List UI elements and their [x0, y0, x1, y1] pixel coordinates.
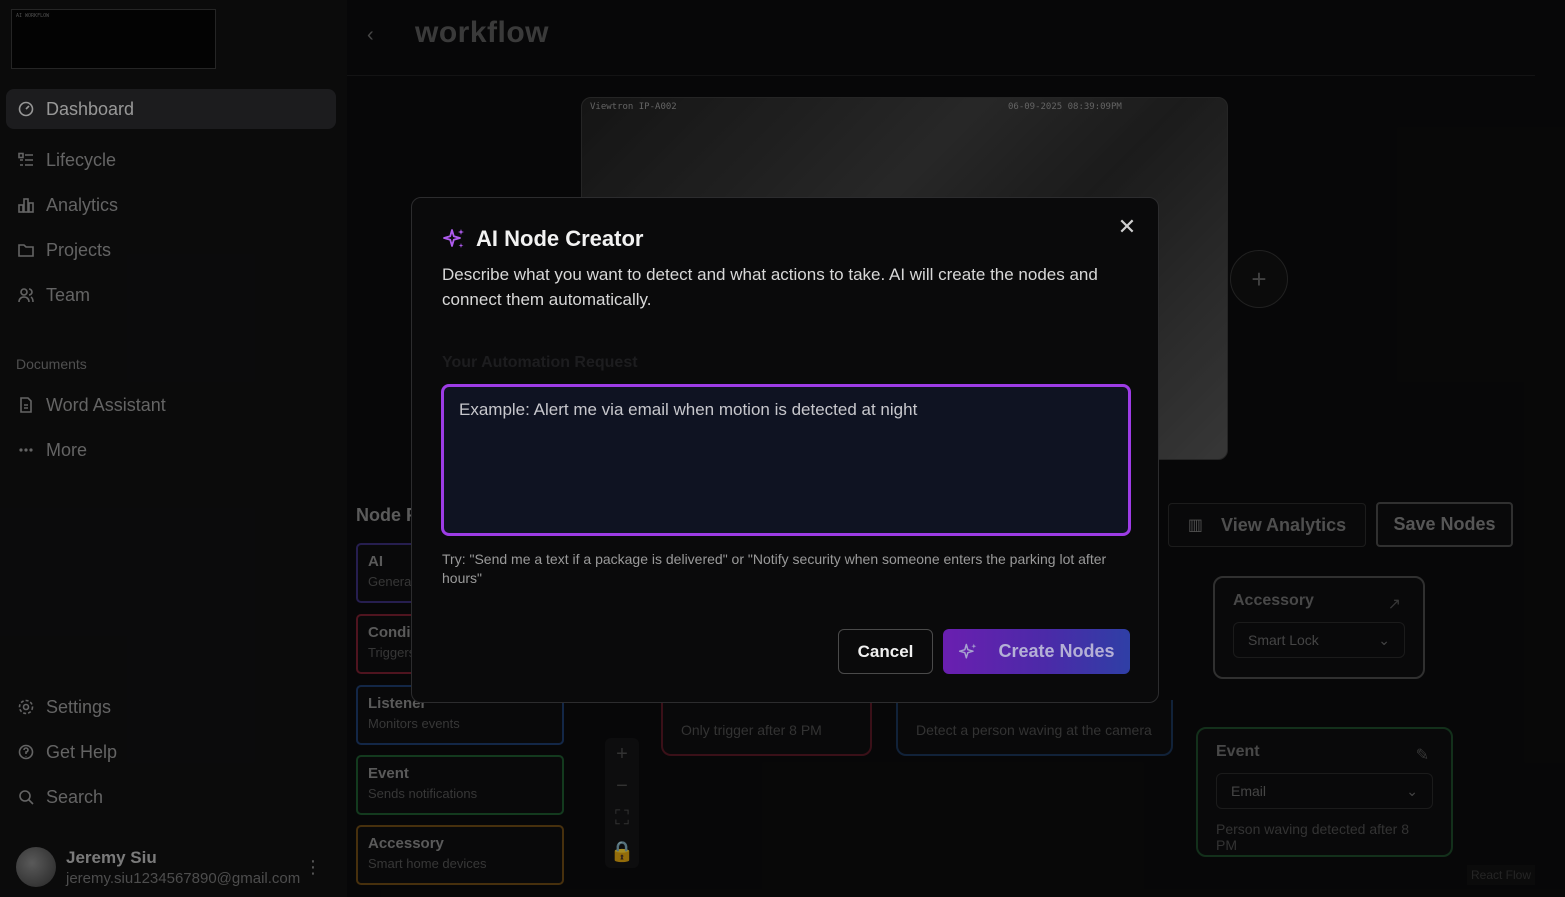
ai-node-creator-dialog: ✕ AI Node Creator Describe what you want…: [411, 197, 1159, 703]
create-nodes-label: Create Nodes: [998, 641, 1115, 661]
sparkles-icon: [443, 229, 464, 248]
hint-text: Try: "Send me a text if a package is del…: [442, 551, 1107, 586]
automation-request-input[interactable]: [441, 384, 1131, 536]
dialog-description: Describe what you want to detect and wha…: [442, 265, 1098, 309]
cancel-label: Cancel: [857, 641, 914, 661]
create-nodes-button[interactable]: Create Nodes: [943, 629, 1130, 674]
cancel-button[interactable]: Cancel: [838, 629, 933, 674]
close-icon[interactable]: ✕: [1116, 216, 1138, 238]
dialog-title: AI Node Creator: [442, 226, 643, 252]
dialog-title-text: AI Node Creator: [476, 226, 644, 251]
sparkles-icon: [959, 643, 977, 659]
automation-request-label: Your Automation Request: [442, 354, 638, 371]
